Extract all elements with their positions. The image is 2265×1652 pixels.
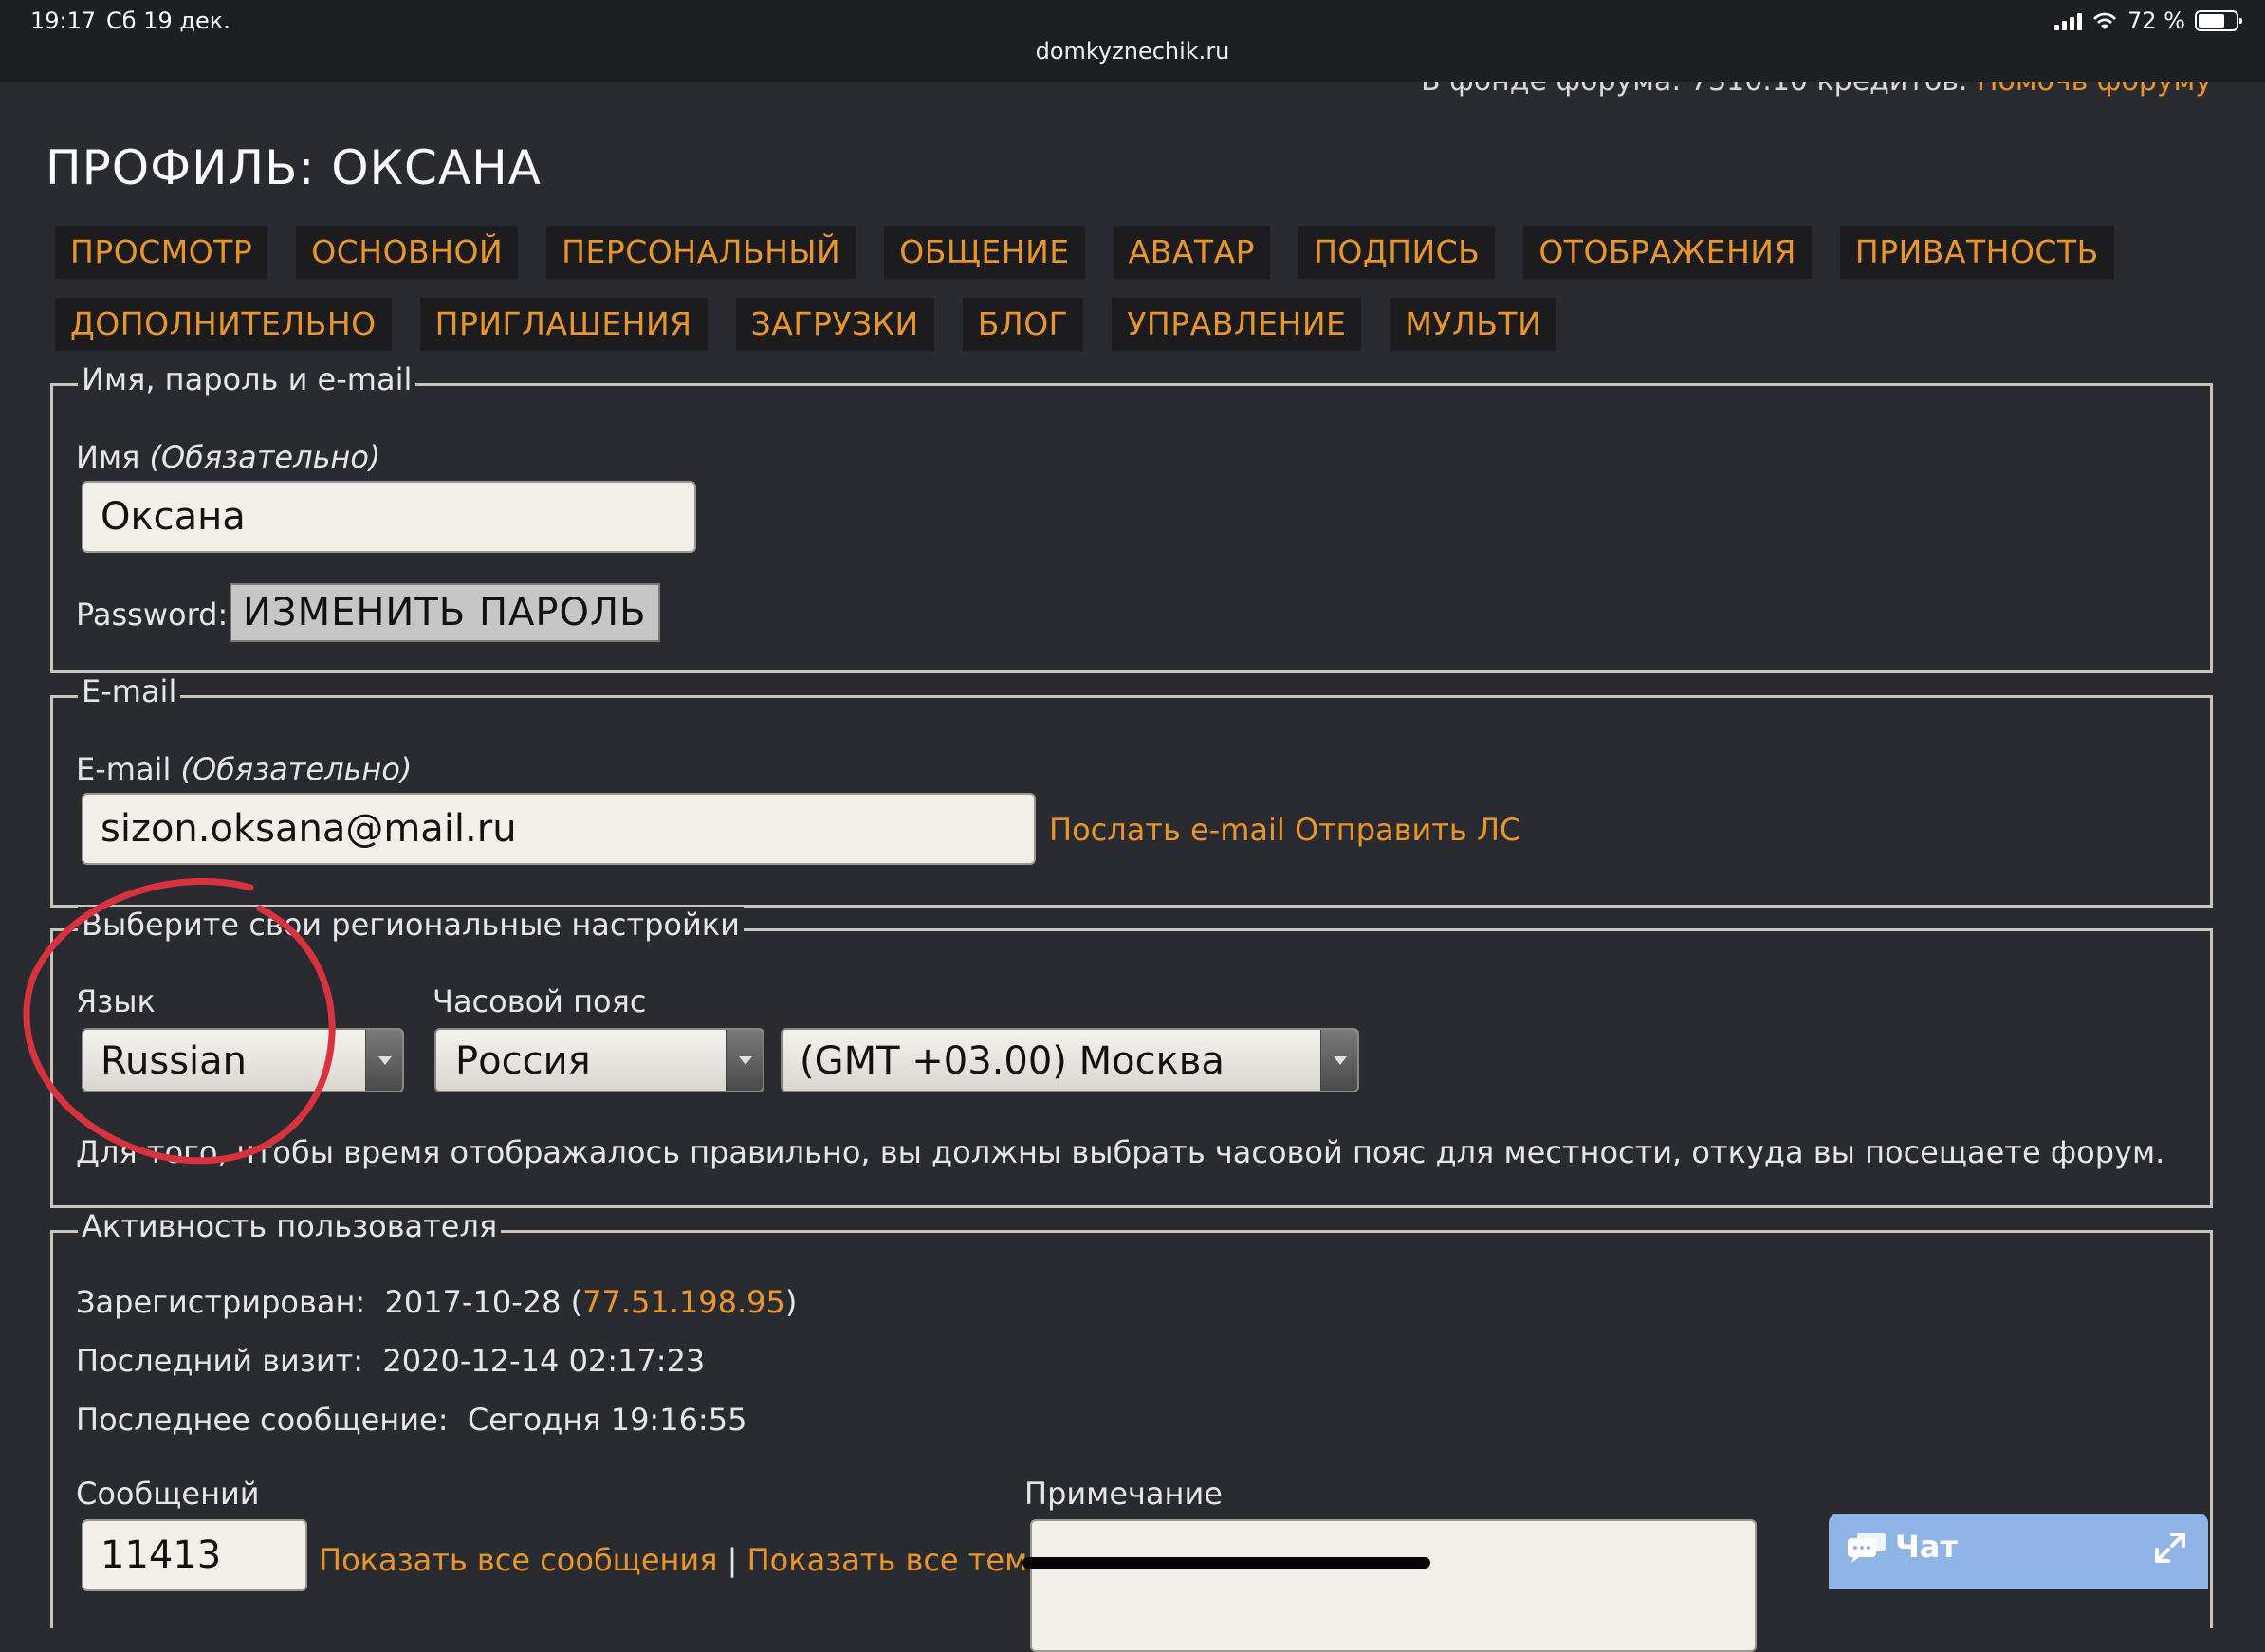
posts-links: Показать все сообщения | Показать все те… xyxy=(319,1542,1052,1578)
show-all-topics-link[interactable]: Показать все темы xyxy=(747,1542,1052,1578)
forum-fund-line: В фонде форума: 7310.10 кредитов. Помочь… xyxy=(1358,82,2212,101)
tab-display[interactable]: ОТОБРАЖЕНИЯ xyxy=(1523,226,1812,279)
password-label: Password: xyxy=(76,597,229,633)
tab-blog[interactable]: БЛОГ xyxy=(962,298,1084,351)
language-select[interactable]: Russian xyxy=(82,1028,404,1092)
status-time: 19:17 xyxy=(30,8,97,34)
battery-percent: 72 % xyxy=(2127,8,2185,34)
tab-personal[interactable]: ПЕРСОНАЛЬНЫЙ xyxy=(546,226,856,279)
wifi-icon xyxy=(2093,12,2117,29)
chat-label: Чат xyxy=(1895,1529,1958,1565)
tab-invitations[interactable]: ПРИГЛАШЕНИЯ xyxy=(419,298,708,351)
expand-icon[interactable] xyxy=(2153,1531,2187,1565)
tab-messaging[interactable]: ОБЩЕНИЕ xyxy=(884,226,1085,279)
email-actions: Послать e-mail Отправить ЛС xyxy=(1049,812,1520,848)
name-input[interactable]: Оксана xyxy=(82,481,696,553)
note-label: Примечание xyxy=(1024,1476,1223,1512)
last-visit-row: Последний визит: 2020-12-14 02:17:23 xyxy=(76,1343,706,1379)
account-legend: Имя, пароль и e-mail xyxy=(78,361,416,397)
status-bar: 19:17 Сб 19 дек. 72 % domkyznechik.ru xyxy=(0,0,2265,82)
tab-privacy[interactable]: ПРИВАТНОСТЬ xyxy=(1839,226,2114,279)
registered-row: Зарегистрирован: 2017-10-28 (77.51.198.9… xyxy=(76,1284,798,1320)
tab-signature[interactable]: ПОДПИСЬ xyxy=(1298,226,1496,279)
regional-fieldset: Выберите свои региональные настройки Язы… xyxy=(50,907,2213,1208)
timezone-hint: Для того, чтобы время отображалось прави… xyxy=(76,1134,2165,1170)
home-indicator xyxy=(1022,1557,1430,1569)
tab-main[interactable]: ОСНОВНОЙ xyxy=(296,226,519,279)
tab-avatar[interactable]: АВАТАР xyxy=(1113,226,1271,279)
regional-legend: Выберите свои региональные настройки xyxy=(78,907,744,943)
posts-count-input[interactable]: 11413 xyxy=(82,1519,307,1591)
language-label: Язык xyxy=(76,983,156,1019)
send-email-link[interactable]: Послать e-mail xyxy=(1049,812,1285,848)
tab-row-1: ПРОСМОТР ОСНОВНОЙ ПЕРСОНАЛЬНЫЙ ОБЩЕНИЕ А… xyxy=(55,226,2218,279)
timezone-select[interactable]: (GMT +03.00) Москва xyxy=(781,1028,1359,1092)
tab-multi[interactable]: МУЛЬТИ xyxy=(1390,298,1557,351)
chevron-down-icon xyxy=(365,1030,402,1091)
posts-label: Сообщений xyxy=(76,1476,260,1512)
chevron-down-icon xyxy=(726,1030,763,1091)
last-post-row: Последнее сообщение: Сегодня 19:16:55 xyxy=(76,1402,747,1438)
tab-additional[interactable]: ДОПОЛНИТЕЛЬНО xyxy=(55,298,392,351)
email-fieldset: E-mail E-mail (Обязательно) sizon.oksana… xyxy=(50,673,2213,908)
page-title: ПРОФИЛЬ: ОКСАНА xyxy=(46,140,542,195)
address-bar-url[interactable]: domkyznechik.ru xyxy=(0,38,2265,64)
email-legend: E-mail xyxy=(78,673,181,709)
show-all-posts-link[interactable]: Показать все сообщения xyxy=(319,1542,717,1578)
email-input[interactable]: sizon.oksana@mail.ru xyxy=(82,793,1036,865)
cellular-signal-icon xyxy=(2054,11,2083,30)
change-password-button[interactable]: ИЗМЕНИТЬ ПАРОЛЬ xyxy=(230,583,660,642)
status-date: Сб 19 дек. xyxy=(106,8,230,34)
status-indicators: 72 % xyxy=(2054,8,2242,34)
battery-icon xyxy=(2195,10,2242,31)
chat-widget[interactable]: Чат xyxy=(1829,1514,2208,1589)
tab-view[interactable]: ПРОСМОТР xyxy=(55,226,268,279)
chat-bubble-icon xyxy=(1848,1533,1886,1563)
registered-ip-link[interactable]: 77.51.198.95 xyxy=(582,1284,785,1320)
note-textarea[interactable] xyxy=(1030,1519,1757,1652)
account-fieldset: Имя, пароль и e-mail Имя (Обязательно) О… xyxy=(50,361,2213,673)
send-pm-link[interactable]: Отправить ЛС xyxy=(1295,812,1520,848)
tab-uploads[interactable]: ЗАГРУЗКИ xyxy=(735,298,934,351)
profile-tabs: ПРОСМОТР ОСНОВНОЙ ПЕРСОНАЛЬНЫЙ ОБЩЕНИЕ А… xyxy=(55,226,2218,370)
activity-legend: Активность пользователя xyxy=(78,1208,502,1244)
email-label: E-mail (Обязательно) xyxy=(76,751,413,787)
help-forum-link[interactable]: Помочь форуму xyxy=(1977,82,2212,98)
name-label: Имя (Обязательно) xyxy=(76,439,381,475)
country-select[interactable]: Россия xyxy=(434,1028,764,1092)
tab-management[interactable]: УПРАВЛЕНИЕ xyxy=(1112,298,1362,351)
tab-row-2: ДОПОЛНИТЕЛЬНО ПРИГЛАШЕНИЯ ЗАГРУЗКИ БЛОГ … xyxy=(55,298,2218,351)
timezone-label: Часовой пояс xyxy=(433,983,647,1019)
chevron-down-icon xyxy=(1320,1030,1357,1091)
